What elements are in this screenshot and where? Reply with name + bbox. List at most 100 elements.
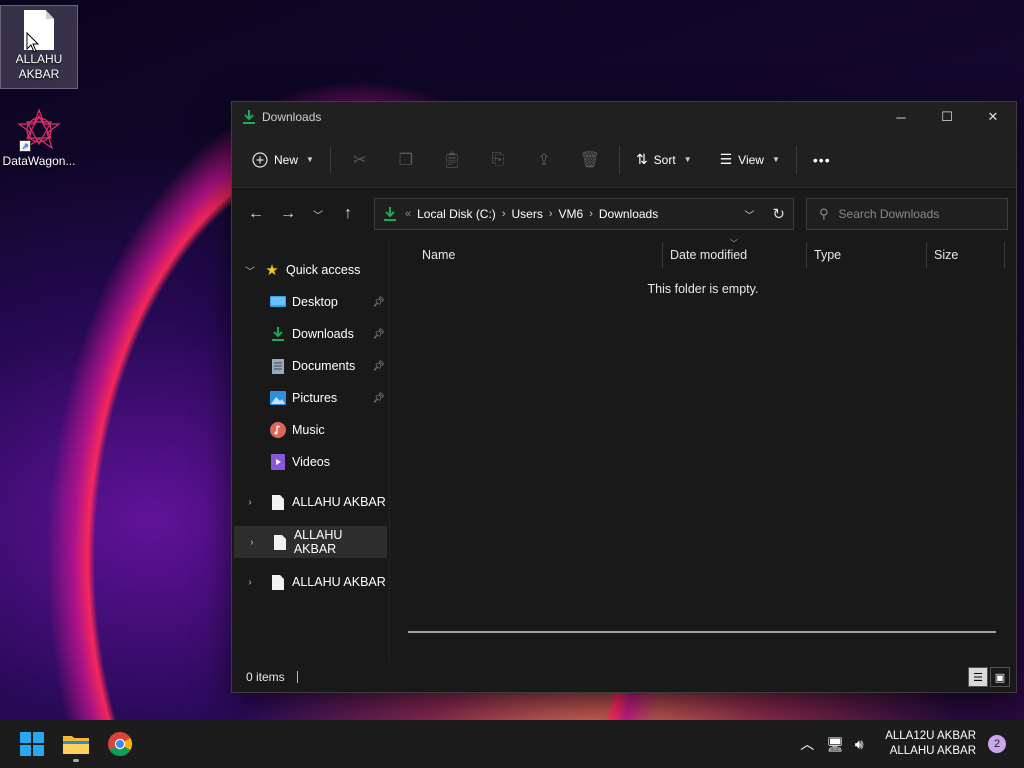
sort-indicator-icon: ﹀ [730, 239, 738, 248]
pin-icon[interactable]: 📌︎ [372, 361, 385, 372]
sidebar-item-label: Quick access [286, 263, 361, 277]
taskbar: ︿ 🖥︎ 🔊︎ ALLA12U AKBAR ALLAHU AKBAR 2 [0, 720, 1024, 768]
sidebar-item-music[interactable]: Music [232, 414, 389, 446]
videos-icon [270, 454, 286, 470]
back-arrow-icon[interactable]: ← [240, 198, 272, 230]
sidebar-item-pictures[interactable]: Pictures 📌︎ [232, 382, 389, 414]
forward-arrow-icon[interactable]: → [272, 198, 304, 230]
sidebar-item-quick-access[interactable]: ﹀ ★ Quick access [232, 254, 389, 286]
show-hidden-icons-chevron-icon[interactable]: ︿ [795, 734, 819, 754]
sidebar-item-drive-2[interactable]: › ALLAHU AKBAR [234, 526, 387, 558]
refresh-icon[interactable]: ↻ [772, 205, 785, 223]
breadcrumb-users[interactable]: Users [511, 207, 542, 221]
breadcrumb-separator[interactable]: › [502, 208, 506, 220]
status-bar: 0 items ☰ ▣ [232, 662, 1016, 692]
view-button[interactable]: ☰ View ▼ [710, 144, 790, 176]
pictures-icon [270, 390, 286, 406]
sidebar-item-downloads[interactable]: Downloads 📌︎ [232, 318, 389, 350]
search-input[interactable]: ⚲ Search Downloads [806, 198, 1008, 230]
breadcrumb-vm6[interactable]: VM6 [559, 207, 584, 221]
new-label: New [274, 152, 299, 167]
desktop-icon-allahu-akbar[interactable]: ALLAHU AKBAR [0, 5, 78, 89]
column-divider[interactable] [662, 242, 663, 268]
column-header-size[interactable]: Size [928, 240, 958, 270]
download-icon [384, 207, 396, 221]
network-icon[interactable]: 🖥︎ [823, 736, 847, 753]
sidebar-item-desktop[interactable]: Desktop 📌︎ [232, 286, 389, 318]
clock[interactable]: ALLA12U AKBAR ALLAHU AKBAR [885, 729, 976, 759]
column-divider[interactable] [926, 242, 927, 268]
chevron-right-icon[interactable]: › [242, 577, 258, 588]
minimize-button[interactable]: ─ [878, 102, 924, 132]
clock-line-1: ALLA12U AKBAR [885, 730, 976, 742]
download-icon [243, 110, 255, 124]
maximize-button[interactable]: ☐ [924, 102, 970, 132]
sidebar-item-drive-3[interactable]: › ALLAHU AKBAR [232, 566, 389, 598]
cut-icon[interactable]: ✂ [337, 144, 383, 176]
up-arrow-icon[interactable]: ↑ [332, 198, 364, 230]
title-bar[interactable]: Downloads ─ ☐ ✕ [232, 102, 1016, 132]
pin-icon[interactable]: 📌︎ [372, 329, 385, 340]
chevron-down-icon: ▼ [306, 155, 314, 164]
chevron-right-icon[interactable]: › [244, 537, 260, 548]
music-icon [270, 422, 286, 438]
download-icon [270, 326, 286, 342]
sort-button[interactable]: ⇅ Sort ▼ [626, 144, 702, 176]
column-header-type[interactable]: Type [808, 240, 841, 270]
toolbar-divider [618, 145, 620, 174]
empty-folder-message: This folder is empty. [647, 282, 759, 296]
details-view-icon[interactable]: ☰ [968, 667, 988, 687]
item-count: 0 items [246, 670, 285, 684]
copy-icon[interactable]: ❐ [383, 144, 429, 176]
pin-icon[interactable]: 📌︎ [372, 393, 385, 404]
new-button[interactable]: New ▼ [242, 144, 324, 176]
sidebar-item-label: Documents [292, 359, 356, 373]
file-list-pane[interactable]: Name Date modified ﹀ Type Size This fold… [390, 239, 1016, 662]
notification-badge[interactable]: 2 [988, 735, 1006, 753]
documents-icon [270, 358, 286, 374]
recent-locations-chevron-icon[interactable]: ﹀ [304, 198, 332, 230]
sidebar-item-documents[interactable]: Documents 📌︎ [232, 350, 389, 382]
breadcrumb-separator[interactable]: › [549, 208, 553, 220]
pin-icon[interactable]: 📌︎ [372, 297, 385, 308]
start-icon [20, 732, 44, 756]
desktop-icon-datawagon[interactable]: ↗ DataWagon... [0, 104, 78, 174]
column-divider[interactable] [1004, 242, 1005, 268]
sidebar-item-label: Downloads [292, 327, 354, 341]
sort-icon: ⇅ [635, 151, 648, 167]
paste-icon[interactable]: 📋︎ [429, 144, 475, 176]
sidebar-item-drive-1[interactable]: › ALLAHU AKBAR [232, 486, 389, 518]
rename-icon[interactable]: ⎘ [475, 144, 521, 176]
breadcrumb-downloads[interactable]: Downloads [599, 207, 658, 221]
chevron-right-icon[interactable]: › [242, 497, 258, 508]
breadcrumb-overflow[interactable]: « [405, 208, 411, 220]
horizontal-scrollbar[interactable] [408, 631, 996, 633]
desktop-icon [270, 294, 286, 310]
file-explorer-window[interactable]: Downloads ─ ☐ ✕ New ▼ ✂ ❐ 📋︎ ⎘ ⇪ 🗑︎ ⇅ So… [231, 101, 1017, 693]
taskbar-chrome[interactable] [100, 724, 140, 764]
volume-icon[interactable]: 🔊︎ [847, 736, 871, 753]
start-button[interactable] [12, 724, 52, 764]
system-tray: ︿ 🖥︎ 🔊︎ ALLA12U AKBAR ALLAHU AKBAR 2 [795, 720, 1024, 768]
taskbar-file-explorer[interactable] [56, 724, 96, 764]
tiles-view-icon[interactable]: ▣ [990, 667, 1010, 687]
status-divider [296, 671, 298, 683]
address-bar[interactable]: « Local Disk (C:) › Users › VM6 › Downlo… [374, 198, 794, 230]
more-options-button[interactable]: ••• [803, 144, 841, 176]
close-button[interactable]: ✕ [970, 102, 1016, 132]
desktop-icon-label: DataWagon... [2, 154, 76, 168]
sidebar-item-videos[interactable]: Videos [232, 446, 389, 478]
breadcrumb-separator[interactable]: › [589, 208, 593, 220]
chevron-down-icon[interactable]: ﹀ [242, 263, 258, 278]
delete-icon[interactable]: 🗑︎ [567, 144, 613, 176]
column-header-name[interactable]: Name [416, 240, 455, 270]
sidebar-item-label: ALLAHU AKBAR [293, 528, 343, 556]
breadcrumb-local-disk[interactable]: Local Disk (C:) [417, 207, 496, 221]
chevron-down-icon: ▼ [683, 155, 692, 164]
column-divider[interactable] [806, 242, 807, 268]
view-icon: ☰ [719, 151, 733, 167]
sidebar-item-label: Videos [292, 455, 330, 469]
sort-label: Sort [653, 152, 676, 167]
share-icon[interactable]: ⇪ [521, 144, 567, 176]
address-history-chevron-icon[interactable]: ﹀ [744, 207, 754, 222]
